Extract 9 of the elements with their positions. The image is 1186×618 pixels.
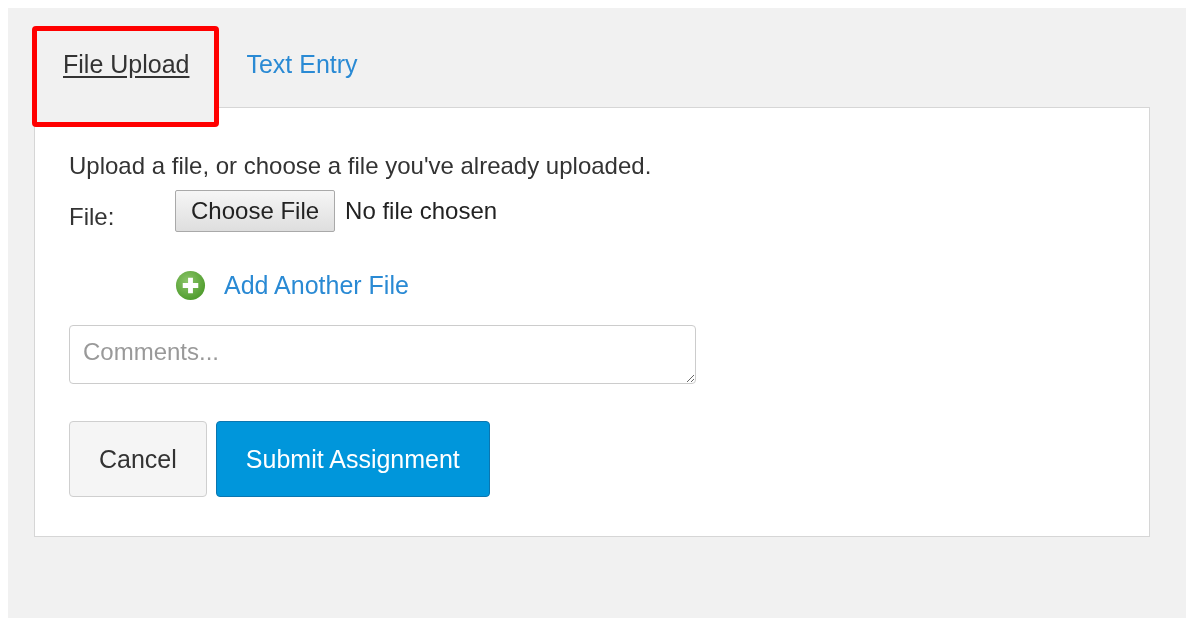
plus-icon xyxy=(175,270,206,301)
file-status-text: No file chosen xyxy=(345,197,498,225)
cancel-button[interactable]: Cancel xyxy=(69,421,207,497)
tab[interactable]: File Upload xyxy=(34,28,218,125)
comments-field[interactable]: Comments... xyxy=(69,325,696,384)
choose-file-button[interactable]: Choose File xyxy=(175,190,336,232)
file-label: File: xyxy=(69,202,116,231)
add-file-link[interactable]: Add Another File xyxy=(224,271,409,300)
instructions-text: Upload a file, or choose a file you've already uploaded. xyxy=(69,152,653,180)
